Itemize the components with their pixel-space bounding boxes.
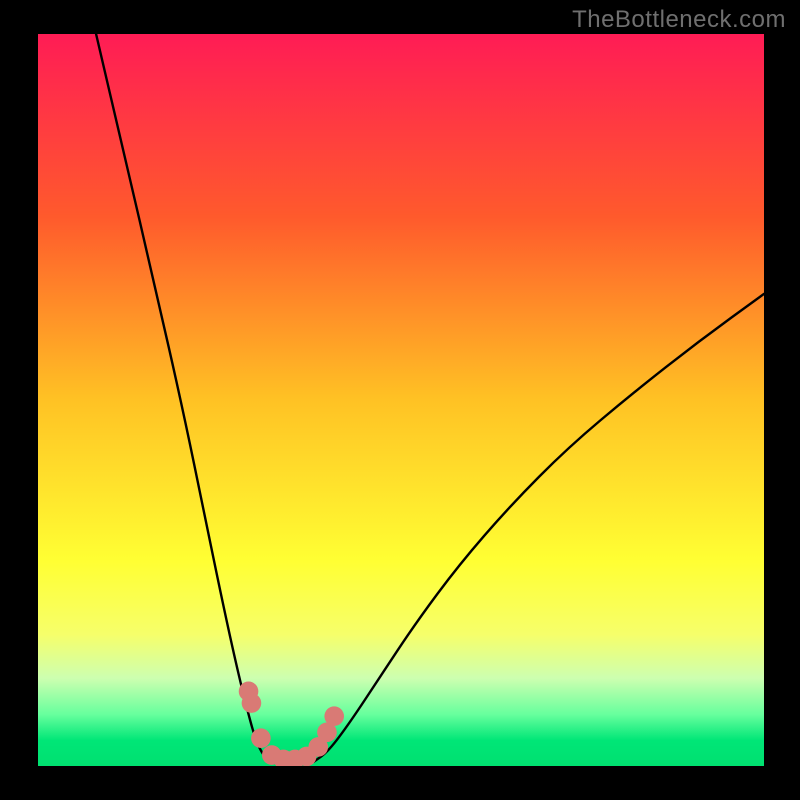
gradient-background	[38, 34, 764, 766]
data-marker	[324, 706, 344, 726]
data-marker	[242, 693, 262, 713]
data-marker	[251, 728, 271, 748]
chart-frame: TheBottleneck.com	[0, 0, 800, 800]
plot-area	[38, 34, 764, 766]
chart-svg	[38, 34, 764, 766]
watermark-text: TheBottleneck.com	[572, 6, 786, 34]
